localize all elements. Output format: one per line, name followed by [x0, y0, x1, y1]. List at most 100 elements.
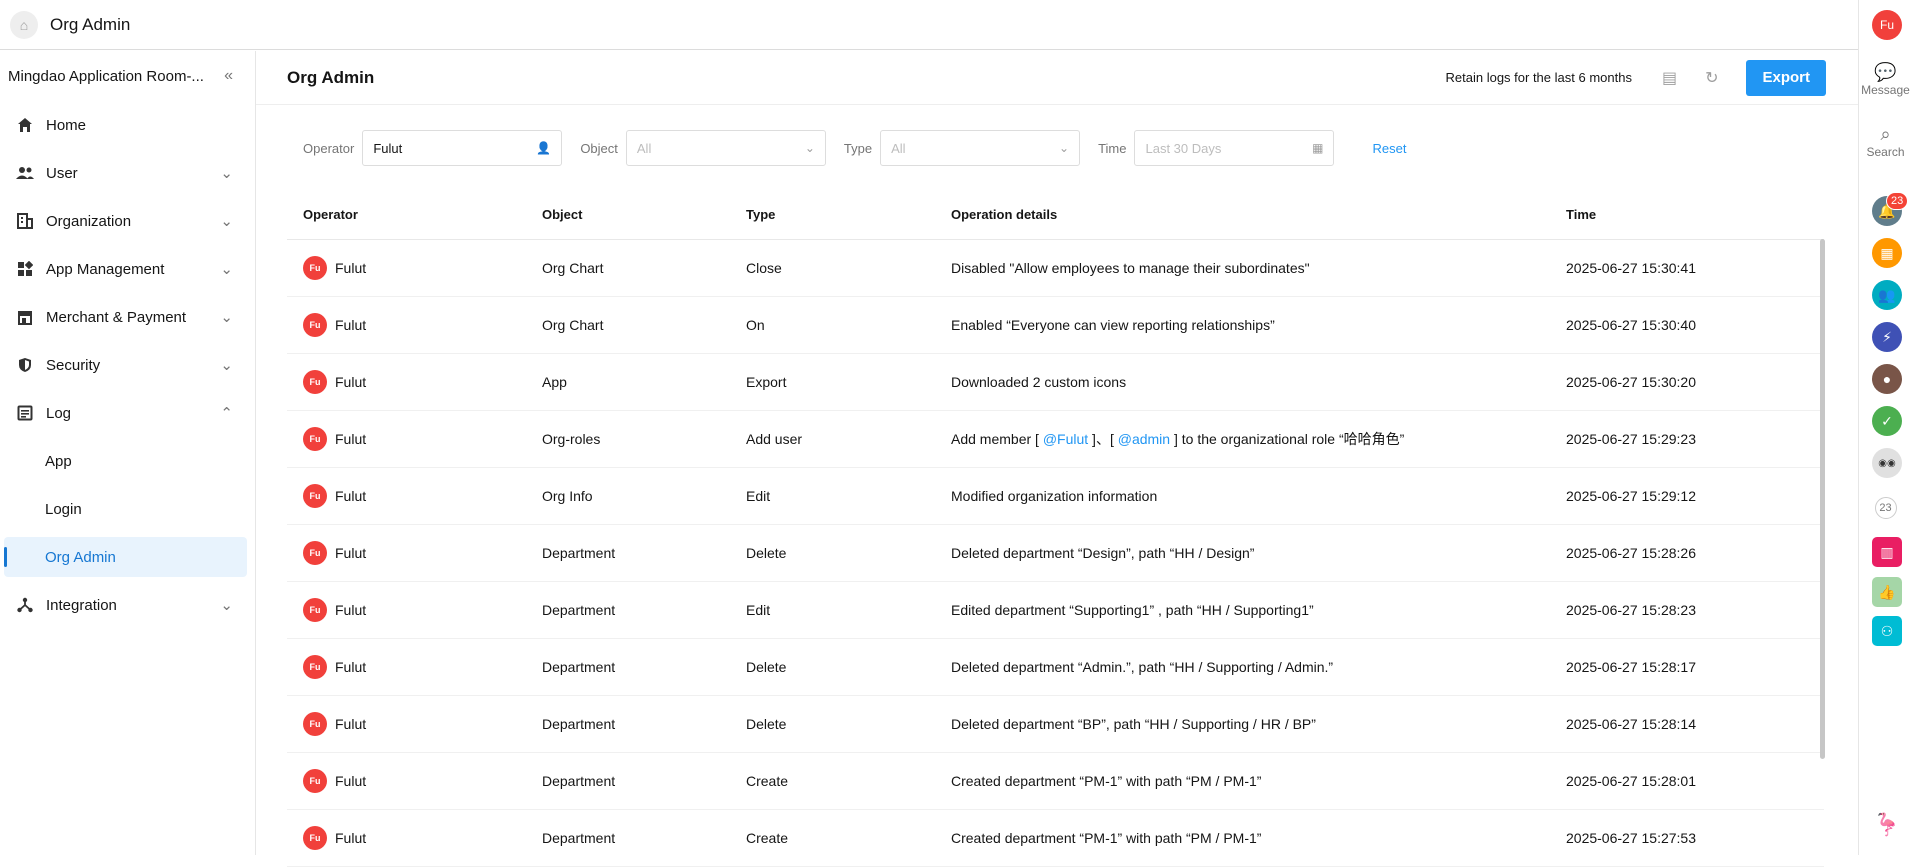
sidebar-item-security[interactable]: Security ⌄	[0, 341, 255, 389]
operator-name[interactable]: Fulut	[335, 545, 366, 561]
column-header: Object	[542, 207, 583, 222]
shield-icon	[16, 356, 34, 374]
object-cell: Department	[542, 716, 616, 732]
avatar: Fu	[303, 826, 327, 850]
chevron-down-icon: ⌄	[220, 213, 233, 230]
operator-cell: Fu Fulut	[287, 427, 542, 451]
sidebar-item-user[interactable]: User ⌄	[0, 149, 255, 197]
sidebar-item-merchant-payment[interactable]: Merchant & Payment ⌄	[0, 293, 255, 341]
table-row: Fu Fulut App Export Downloaded 2 custom i…	[287, 354, 1824, 411]
details-cell: Modified organization information	[951, 488, 1158, 504]
sidebar-item-label: App Management	[46, 260, 165, 278]
user-icon: 👤	[536, 141, 552, 155]
operator-name[interactable]: Fulut	[335, 773, 366, 789]
type-select[interactable]: All ⌄	[880, 130, 1081, 166]
object-value: All	[636, 140, 652, 156]
message-button[interactable]: 💬 Message	[1859, 62, 1911, 97]
table-row: Fu Fulut Department Create Created depart…	[287, 810, 1824, 867]
people-app-icon[interactable]: ⚇	[1872, 616, 1902, 646]
contact-avatar-icon[interactable]: ●	[1872, 364, 1902, 394]
log-table: Operator Object Type Operation details T…	[287, 190, 1824, 867]
mention-link[interactable]: @admin	[1118, 431, 1170, 447]
document-icon[interactable]: ▤	[1662, 68, 1677, 88]
reset-button[interactable]: Reset	[1372, 141, 1406, 156]
object-cell: Department	[542, 659, 616, 675]
time-cell: 2025-06-27 15:29:12	[1566, 488, 1696, 504]
search-button[interactable]: ⌕ Search	[1859, 124, 1911, 159]
flamingo-icon[interactable]: 🦩	[1872, 810, 1902, 840]
mention-link[interactable]: @Fulut	[1043, 431, 1088, 447]
table-row: Fu Fulut Department Create Created depart…	[287, 753, 1824, 810]
type-label: Type	[843, 140, 873, 156]
avatar: Fu	[303, 655, 327, 679]
object-cell: Org Info	[542, 488, 593, 504]
chart-app-icon[interactable]: ▥	[1872, 537, 1902, 567]
user-avatar[interactable]: Fu	[1872, 10, 1902, 40]
time-range-picker[interactable]: Last 30 Days ▦	[1134, 130, 1335, 166]
operator-name[interactable]: Fulut	[335, 602, 366, 618]
time-cell: 2025-06-27 15:28:23	[1566, 602, 1696, 618]
group-icon[interactable]: 👥	[1872, 280, 1902, 310]
details-text: ]、[	[1088, 431, 1118, 447]
table-row: Fu Fulut Department Edit Edited departmen…	[287, 582, 1824, 639]
thumbs-up-app-icon[interactable]: 👍	[1872, 577, 1902, 607]
type-cell: On	[746, 317, 765, 333]
store-icon	[16, 308, 34, 326]
sidebar-item-app-management[interactable]: App Management ⌄	[0, 245, 255, 293]
sidebar-item-integration[interactable]: Integration ⌄	[0, 581, 255, 629]
operator-cell: Fu Fulut	[287, 370, 542, 394]
table-row: Fu Fulut Org-roles Add user Add member [ …	[287, 411, 1824, 468]
operator-name[interactable]: Fulut	[335, 317, 366, 333]
operator-name[interactable]: Fulut	[335, 260, 366, 276]
home-icon[interactable]: ⌂	[10, 10, 38, 39]
details-text: Add member [	[951, 431, 1043, 447]
avatar: Fu	[303, 313, 327, 337]
operator-name[interactable]: Fulut	[335, 716, 366, 732]
check-icon[interactable]: ✓	[1872, 406, 1902, 436]
sidebar-subitem-app[interactable]: App	[0, 437, 255, 485]
sidebar-item-home[interactable]: Home	[0, 101, 255, 149]
avatar: Fu	[303, 484, 327, 508]
details-cell: Downloaded 2 custom icons	[951, 374, 1127, 390]
object-cell: Department	[542, 773, 616, 789]
search-label: Search	[1866, 145, 1905, 159]
time-label: Time	[1098, 140, 1127, 156]
sidebar-item-log[interactable]: Log ⌃	[0, 389, 255, 437]
sidebar-item-label: Integration	[46, 596, 117, 614]
operator-cell: Fu Fulut	[287, 484, 542, 508]
avatar: Fu	[303, 427, 327, 451]
table-scrollbar[interactable]	[1820, 239, 1825, 759]
operator-name[interactable]: Fulut	[335, 431, 366, 447]
object-select[interactable]: All ⌄	[625, 130, 826, 166]
apps-icon	[16, 260, 34, 278]
details-cell: Deleted department “BP”, path “HH / Supp…	[951, 716, 1316, 732]
app-grid-icon[interactable]: ▦	[1872, 238, 1902, 268]
operator-name[interactable]: Fulut	[335, 659, 366, 675]
group-avatars-icon[interactable]: ◉◉	[1872, 448, 1902, 478]
type-cell: Delete	[746, 659, 787, 675]
operator-cell: Fu Fulut	[287, 598, 542, 622]
sidebar-item-organization[interactable]: Organization ⌄	[0, 197, 255, 245]
operator-field[interactable]: Fulut 👤	[362, 130, 563, 166]
operator-cell: Fu Fulut	[287, 826, 542, 850]
collapse-sidebar-icon[interactable]: «	[224, 67, 233, 85]
operator-name[interactable]: Fulut	[335, 830, 366, 846]
sidebar-item-label: Log	[46, 404, 72, 422]
operator-label: Operator	[303, 140, 355, 156]
operator-cell: Fu Fulut	[287, 541, 542, 565]
type-cell: Edit	[746, 488, 771, 504]
operator-name[interactable]: Fulut	[335, 488, 366, 504]
org-switcher[interactable]: Mingdao Application Room-... «	[0, 51, 255, 101]
more-count[interactable]: 23	[1859, 497, 1911, 519]
sidebar-subitem-org-admin[interactable]: Org Admin	[4, 537, 247, 577]
time-value: Last 30 Days	[1145, 140, 1222, 156]
refresh-icon[interactable]: ↻	[1705, 68, 1718, 88]
lightning-icon[interactable]: ⚡	[1872, 322, 1902, 352]
time-cell: 2025-06-27 15:30:41	[1566, 260, 1696, 276]
object-cell: Org Chart	[542, 317, 604, 333]
type-cell: Close	[746, 260, 782, 276]
export-button[interactable]: Export	[1746, 59, 1826, 96]
operator-name[interactable]: Fulut	[335, 374, 366, 390]
sidebar-subitem-login[interactable]: Login	[0, 485, 255, 533]
calendar-icon: ▦	[1312, 141, 1324, 155]
